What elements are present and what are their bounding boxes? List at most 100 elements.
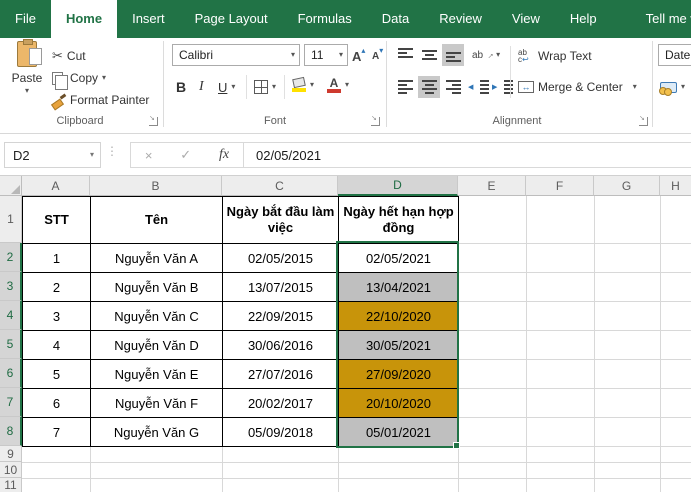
alignment-dialog-launcher[interactable] xyxy=(639,117,648,126)
name-box-dropdown-icon[interactable]: ▾ xyxy=(90,151,100,159)
cell-C2[interactable]: 02/05/2015 xyxy=(223,244,339,273)
font-color-button[interactable]: A ▾ xyxy=(327,74,349,96)
bold-button[interactable]: B xyxy=(176,76,186,98)
tab-data[interactable]: Data xyxy=(367,0,424,38)
align-center-button[interactable] xyxy=(418,76,440,98)
cell-B4[interactable]: Nguyễn Văn C xyxy=(91,302,223,331)
cell-B2[interactable]: Nguyễn Văn A xyxy=(91,244,223,273)
cell-A1[interactable]: STT xyxy=(23,197,91,244)
tab-view[interactable]: View xyxy=(497,0,555,38)
cell-D7[interactable]: 20/10/2020 xyxy=(339,389,459,418)
borders-dropdown-icon[interactable]: ▾ xyxy=(272,83,276,91)
cell-D8[interactable]: 05/01/2021 xyxy=(339,418,459,447)
col-header-f[interactable]: F xyxy=(526,176,594,196)
cell-D6[interactable]: 27/09/2020 xyxy=(339,360,459,389)
font-size-combo[interactable]: 11 ▾ xyxy=(304,44,348,66)
copy-button[interactable]: Copy ▾ xyxy=(52,67,106,89)
cell-C5[interactable]: 30/06/2016 xyxy=(223,331,339,360)
font-color-dropdown-icon[interactable]: ▾ xyxy=(345,81,349,89)
fill-color-dropdown-icon[interactable]: ▾ xyxy=(310,81,314,89)
fill-color-button[interactable]: ▾ xyxy=(292,74,314,96)
row-header-2[interactable]: 2 xyxy=(0,243,22,272)
font-dialog-launcher[interactable] xyxy=(371,117,380,126)
underline-dropdown-icon[interactable]: ▾ xyxy=(231,83,235,91)
cell-C3[interactable]: 13/07/2015 xyxy=(223,273,339,302)
top-align-button[interactable] xyxy=(394,44,416,66)
cell-B8[interactable]: Nguyễn Văn G xyxy=(91,418,223,447)
col-header-b[interactable]: B xyxy=(90,176,222,196)
clipboard-dialog-launcher[interactable] xyxy=(149,117,158,126)
fill-handle[interactable] xyxy=(453,442,460,449)
cell-D2[interactable]: 02/05/2021 xyxy=(339,244,459,273)
name-box[interactable]: D2 ▾ xyxy=(4,142,101,168)
row-header-6[interactable]: 6 xyxy=(0,359,22,388)
row-header-1[interactable]: 1 xyxy=(0,196,22,243)
cell-A5[interactable]: 4 xyxy=(23,331,91,360)
cell-B3[interactable]: Nguyễn Văn B xyxy=(91,273,223,302)
borders-button[interactable]: ▾ xyxy=(254,76,276,98)
cell-C6[interactable]: 27/07/2016 xyxy=(223,360,339,389)
cell-C4[interactable]: 22/09/2015 xyxy=(223,302,339,331)
paste-dropdown-icon[interactable]: ▾ xyxy=(25,87,29,95)
row-header-7[interactable]: 7 xyxy=(0,388,22,417)
grow-font-button[interactable]: A ▴ xyxy=(352,45,365,67)
col-header-g[interactable]: G xyxy=(594,176,660,196)
middle-align-button[interactable] xyxy=(418,44,440,66)
cell-A6[interactable]: 5 xyxy=(23,360,91,389)
cancel-icon[interactable]: × xyxy=(145,148,153,163)
cell-B1[interactable]: Tên xyxy=(91,197,223,244)
bottom-align-button[interactable] xyxy=(442,44,464,66)
cell-C8[interactable]: 05/09/2018 xyxy=(223,418,339,447)
tab-home[interactable]: Home xyxy=(51,0,117,38)
tab-page-layout[interactable]: Page Layout xyxy=(180,0,283,38)
cell-B6[interactable]: Nguyễn Văn E xyxy=(91,360,223,389)
italic-button[interactable]: I xyxy=(199,76,204,98)
row-header-4[interactable]: 4 xyxy=(0,301,22,330)
col-header-a[interactable]: A xyxy=(22,176,90,196)
accounting-dropdown-icon[interactable]: ▾ xyxy=(681,83,685,91)
tab-review[interactable]: Review xyxy=(424,0,497,38)
row-header-11[interactable]: 11 xyxy=(0,478,22,492)
cell-A7[interactable]: 6 xyxy=(23,389,91,418)
merge-center-button[interactable]: ↔ Merge & Center ▾ xyxy=(518,76,637,98)
align-right-button[interactable] xyxy=(442,76,464,98)
tell-me-search[interactable]: Tell me what you xyxy=(646,0,691,38)
cell-A4[interactable]: 3 xyxy=(23,302,91,331)
row-header-10[interactable]: 10 xyxy=(0,462,22,478)
row-header-8[interactable]: 8 xyxy=(0,417,22,446)
merge-center-dropdown-icon[interactable]: ▾ xyxy=(633,83,637,91)
orientation-dropdown-icon[interactable]: ▾ xyxy=(496,51,500,59)
col-header-c[interactable]: C xyxy=(222,176,338,196)
font-size-dropdown-icon[interactable]: ▾ xyxy=(339,51,347,59)
select-all-button[interactable] xyxy=(0,176,22,196)
cell-D4[interactable]: 22/10/2020 xyxy=(339,302,459,331)
col-header-h[interactable]: H xyxy=(660,176,691,196)
decrease-indent-button[interactable]: ◀ xyxy=(468,76,489,98)
cut-button[interactable]: ✂ Cut xyxy=(52,45,86,67)
paste-button[interactable]: Paste ▾ xyxy=(5,41,49,113)
cell-A8[interactable]: 7 xyxy=(23,418,91,447)
copy-dropdown-icon[interactable]: ▾ xyxy=(102,74,106,82)
accounting-format-button[interactable]: ▾ xyxy=(660,76,685,98)
enter-icon[interactable]: ✓ xyxy=(180,147,191,163)
cell-B5[interactable]: Nguyễn Văn D xyxy=(91,331,223,360)
col-header-e[interactable]: E xyxy=(458,176,526,196)
number-format-combo[interactable]: Date xyxy=(658,44,691,66)
formula-input[interactable]: 02/05/2021 xyxy=(243,142,691,168)
row-header-9[interactable]: 9 xyxy=(0,446,22,462)
cell-A2[interactable]: 1 xyxy=(23,244,91,273)
wrap-text-button[interactable]: ab c↩ Wrap Text xyxy=(518,45,592,67)
cell-D3[interactable]: 13/04/2021 xyxy=(339,273,459,302)
row-header-3[interactable]: 3 xyxy=(0,272,22,301)
format-painter-button[interactable]: Format Painter xyxy=(52,89,149,111)
tab-insert[interactable]: Insert xyxy=(117,0,180,38)
cell-D5[interactable]: 30/05/2021 xyxy=(339,331,459,360)
cell-A3[interactable]: 2 xyxy=(23,273,91,302)
font-name-dropdown-icon[interactable]: ▾ xyxy=(291,51,299,59)
tab-formulas[interactable]: Formulas xyxy=(283,0,367,38)
align-left-button[interactable] xyxy=(394,76,416,98)
row-header-5[interactable]: 5 xyxy=(0,330,22,359)
orientation-button[interactable]: ab → ▾ xyxy=(472,44,500,66)
font-name-combo[interactable]: Calibri ▾ xyxy=(172,44,300,66)
underline-button[interactable]: U ▾ xyxy=(218,76,235,98)
